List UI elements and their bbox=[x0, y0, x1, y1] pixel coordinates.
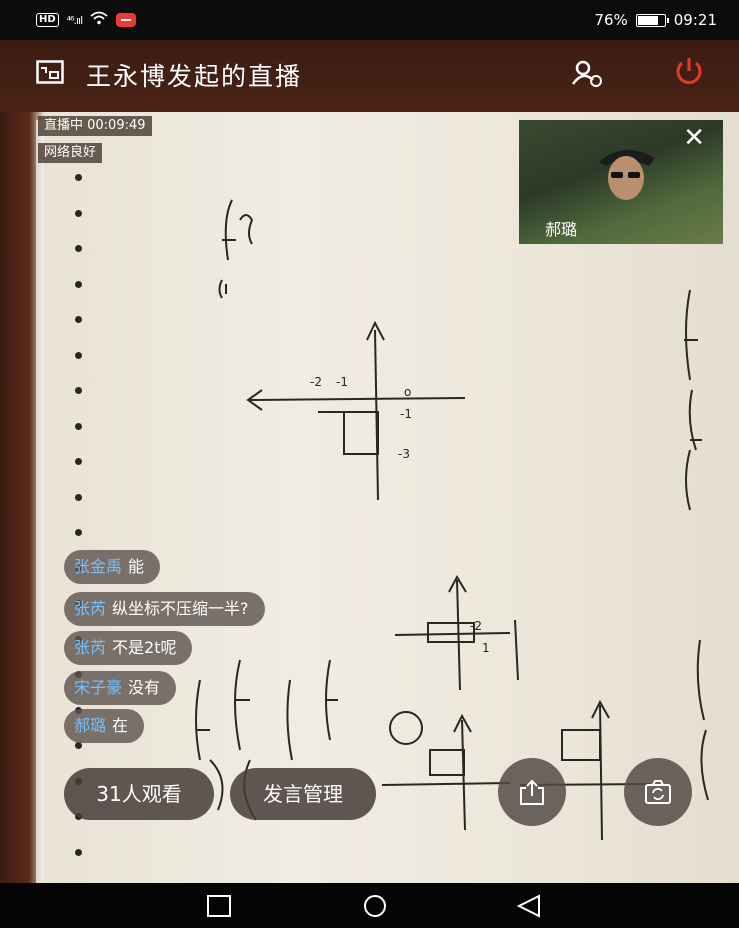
chat-text: 不是2t呢 bbox=[112, 638, 177, 657]
svg-text:-1: -1 bbox=[336, 375, 348, 389]
chat-message: 郝璐在 bbox=[64, 709, 145, 743]
camera-switch-icon bbox=[645, 780, 671, 804]
chat-sender: 张芮 bbox=[74, 599, 107, 618]
svg-text:-2: -2 bbox=[310, 375, 322, 389]
pip-person-image bbox=[599, 149, 655, 200]
network-status: 网络良好 bbox=[38, 143, 103, 163]
chat-text: 能 bbox=[128, 557, 145, 576]
battery-percent: 76% bbox=[594, 11, 628, 29]
clock: 09:21 bbox=[673, 11, 717, 29]
chat-message: 宋子豪 没有 bbox=[64, 671, 177, 705]
signal-icon: ⁴⁶.ııl bbox=[66, 13, 84, 27]
home-icon[interactable] bbox=[360, 893, 390, 919]
chat-message: 张芮 不是2t呢 bbox=[64, 631, 193, 665]
pip-name: 郝璐 bbox=[545, 220, 578, 239]
close-icon[interactable]: ✕ bbox=[683, 124, 705, 152]
camera-switch-button[interactable] bbox=[624, 758, 692, 826]
power-icon[interactable] bbox=[672, 54, 706, 88]
live-timer: 直播中 00:09:49 bbox=[38, 116, 152, 136]
nav-bar bbox=[0, 883, 739, 928]
chat-text: 纵坐标不压缩一半? bbox=[112, 599, 249, 618]
svg-text:1: 1 bbox=[482, 641, 490, 655]
microphone-settings-icon[interactable] bbox=[570, 56, 604, 90]
svg-text:o: o bbox=[404, 385, 411, 399]
viewers-button[interactable]: 31人观看 bbox=[64, 768, 214, 820]
share-icon bbox=[520, 779, 544, 805]
pip-video[interactable]: ✕ 郝璐 bbox=[519, 120, 723, 244]
status-bar: HD ⁴⁶.ııl 76% 09:21 bbox=[0, 0, 739, 40]
svg-text:-3: -3 bbox=[398, 447, 410, 461]
speech-manage-button[interactable]: 发言管理 bbox=[230, 768, 376, 820]
chat-sender: 张金禹 bbox=[74, 557, 123, 576]
chat-sender: 郝璐 bbox=[74, 716, 107, 735]
back-icon[interactable] bbox=[515, 893, 543, 919]
svg-text:-2: -2 bbox=[470, 619, 482, 633]
page-title: 王永博发起的直播 bbox=[86, 62, 303, 91]
svg-text:-1: -1 bbox=[400, 407, 412, 421]
chat-sender: 张芮 bbox=[74, 638, 107, 657]
chat-sender: 宋子豪 bbox=[74, 678, 123, 697]
battery-icon bbox=[635, 13, 669, 27]
top-bar: 王永博发起的直播 bbox=[0, 40, 739, 112]
chat-message: 张金禹能 bbox=[64, 550, 161, 584]
chat-text: 在 bbox=[112, 716, 129, 735]
chat-message: 张芮 纵坐标不压缩一半? bbox=[64, 592, 265, 626]
screen-share-icon[interactable] bbox=[36, 60, 64, 84]
notification-icon bbox=[116, 13, 137, 27]
wifi-icon bbox=[90, 11, 108, 29]
chat-text: 没有 bbox=[128, 678, 161, 697]
hd-indicator: HD bbox=[36, 13, 59, 27]
share-button[interactable] bbox=[498, 758, 566, 826]
recent-apps-icon[interactable] bbox=[205, 893, 233, 919]
